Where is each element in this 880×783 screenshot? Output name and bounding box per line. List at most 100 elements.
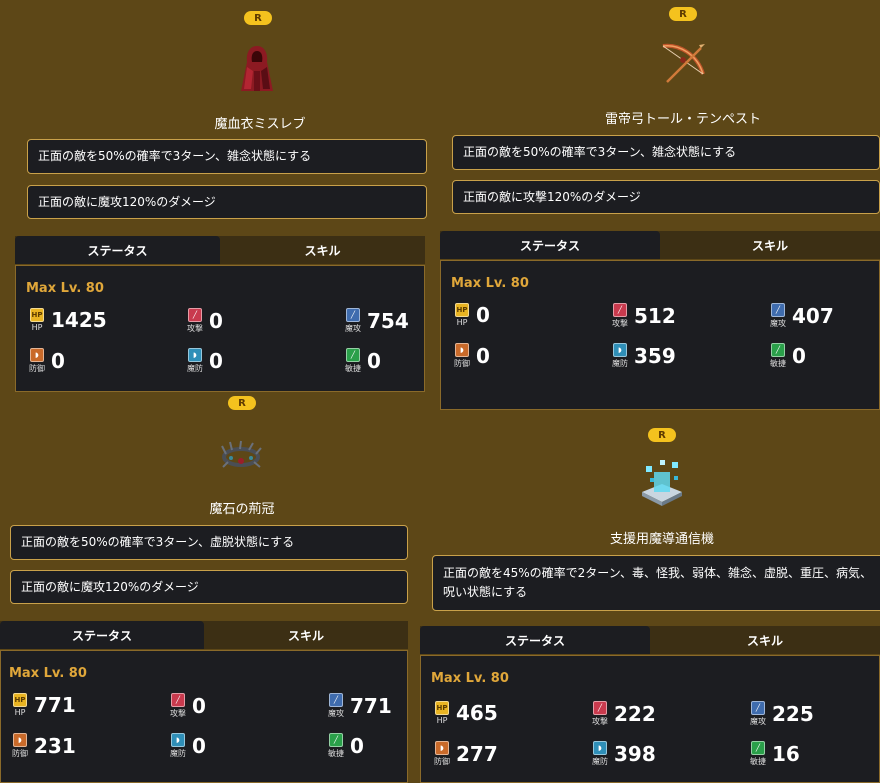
- stats-panel: Max Lv. 80 HP HP 0 ╱ 攻撃 512 ╱ 魔攻 407 ◗ 防御 0 …: [440, 260, 880, 410]
- staff-icon: ╱: [771, 303, 785, 317]
- staff-icon: ╱: [329, 693, 343, 707]
- skill-description: 正面の敵に魔攻120%のダメージ: [10, 570, 408, 604]
- skill-description: 正面の敵に攻撃120%のダメージ: [452, 180, 880, 214]
- stat-atk: ╱ 攻撃 222: [592, 701, 656, 726]
- agi-value: 0: [367, 349, 381, 373]
- atk-value: 512: [634, 304, 676, 328]
- stat-matk: ╱ 魔攻 225: [750, 701, 814, 726]
- hp-icon: HP: [30, 308, 44, 322]
- stat-def: ◗ 防御 231: [12, 733, 76, 758]
- hp-icon: HP: [13, 693, 27, 707]
- feather-icon: ╱: [329, 733, 343, 747]
- stat-def: ◗ 防御 0: [454, 343, 490, 368]
- bow-icon: [662, 43, 705, 83]
- item-name: 雷帝弓トール・テンペスト: [604, 112, 761, 127]
- max-level: Max Lv. 80: [9, 666, 87, 681]
- item-card-mislebu: R 魔血衣ミスレブ 正面の敵を50%の確率で3ターン、雑念状態にする 正面の敵に…: [0, 0, 427, 392]
- agi-value: 0: [792, 344, 806, 368]
- stat-hp: HP HP 1425: [30, 308, 107, 332]
- agi-value: 16: [772, 742, 800, 766]
- mdef-value: 0: [192, 734, 206, 758]
- tab-status[interactable]: ステータス: [0, 621, 204, 649]
- def-value: 231: [34, 734, 76, 758]
- stat-def: ◗ 防御 0: [29, 348, 65, 373]
- stat-hp: HP HP 0: [455, 303, 490, 327]
- shield-icon: ◗: [435, 741, 449, 755]
- stat-agi: ╱ 敏捷 0: [345, 348, 381, 373]
- def-value: 277: [456, 742, 498, 766]
- stats-panel: Max Lv. 80 HP HP 771 ╱ 攻撃 0 ╱ 魔攻 771 ◗ 防御 23…: [0, 650, 408, 783]
- matk-value: 407: [792, 304, 834, 328]
- status-skill-tabs: ステータス スキル: [440, 231, 880, 259]
- feather-icon: ╱: [771, 343, 785, 357]
- shield-icon: ◗: [13, 733, 27, 747]
- max-level: Max Lv. 80: [451, 276, 529, 291]
- max-level: Max Lv. 80: [26, 281, 104, 296]
- def-value: 0: [476, 344, 490, 368]
- red-cloak-icon: [241, 46, 273, 91]
- tab-skill[interactable]: スキル: [204, 621, 408, 649]
- stat-agi: ╱ 敏捷 16: [750, 741, 800, 766]
- item-name: 支援用魔導通信機: [609, 532, 714, 547]
- sword-icon: ╱: [593, 701, 607, 715]
- stat-mdef: ◗ 魔防 0: [170, 733, 206, 758]
- skill-description: 正面の敵を50%の確率で3ターン、雑念状態にする: [452, 135, 880, 170]
- skill-description: 正面の敵に魔攻120%のダメージ: [27, 185, 427, 219]
- mdef-value: 398: [614, 742, 656, 766]
- item-card-support-communicator: R 支援用魔導通信機 正面の敵を45%の確率で2ターン、毒、怪我、弱体、雑念、虚…: [408, 410, 880, 783]
- item-name: 魔血衣ミスレブ: [214, 117, 306, 132]
- stat-mdef: ◗ 魔防 359: [612, 343, 676, 368]
- magic-shield-icon: ◗: [188, 348, 202, 362]
- mdef-value: 359: [634, 344, 676, 368]
- atk-value: 222: [614, 702, 656, 726]
- stat-atk: ╱ 攻撃 512: [612, 303, 676, 328]
- sword-icon: ╱: [188, 308, 202, 322]
- hp-icon: HP: [435, 701, 449, 715]
- staff-icon: ╱: [346, 308, 360, 322]
- tab-status[interactable]: ステータス: [420, 626, 650, 654]
- item-card-thor-tempest: R 雷帝弓トール・テンペスト 正面の敵を50%の確率で3ターン、雑念状態にする …: [425, 0, 880, 410]
- sword-icon: ╱: [613, 303, 627, 317]
- rarity-badge: R: [669, 7, 697, 21]
- tab-status[interactable]: ステータス: [15, 236, 220, 264]
- stat-hp: HP HP 771: [13, 693, 76, 717]
- communicator-icon: [642, 460, 682, 506]
- tab-skill[interactable]: スキル: [650, 626, 880, 654]
- stat-matk: ╱ 魔攻 771: [328, 693, 392, 718]
- rarity-badge: R: [648, 428, 676, 442]
- tab-skill[interactable]: スキル: [660, 231, 880, 259]
- magic-shield-icon: ◗: [171, 733, 185, 747]
- atk-value: 0: [192, 694, 206, 718]
- max-level: Max Lv. 80: [431, 671, 509, 686]
- tab-status[interactable]: ステータス: [440, 231, 660, 259]
- def-value: 0: [51, 349, 65, 373]
- stats-panel: Max Lv. 80 HP HP 1425 ╱ 攻撃 0 ╱ 魔攻 754 ◗ 防御 0…: [15, 265, 425, 392]
- skill-description: 正面の敵を50%の確率で3ターン、虚脱状態にする: [10, 525, 408, 560]
- magic-shield-icon: ◗: [593, 741, 607, 755]
- stats-panel: Max Lv. 80 HP HP 465 ╱ 攻撃 222 ╱ 魔攻 225 ◗ 防御 …: [420, 655, 880, 783]
- rarity-badge: R: [228, 396, 256, 410]
- status-skill-tabs: ステータス スキル: [0, 621, 408, 649]
- stat-matk: ╱ 魔攻 407: [770, 303, 834, 328]
- stat-mdef: ◗ 魔防 0: [187, 348, 223, 373]
- item-comparison-screen: { "tabs": {"status": "ステータス", "skill": "…: [0, 0, 880, 783]
- hp-value: 0: [476, 303, 490, 327]
- staff-icon: ╱: [751, 701, 765, 715]
- atk-value: 0: [209, 309, 223, 333]
- matk-value: 771: [350, 694, 392, 718]
- hp-value: 1425: [51, 308, 107, 332]
- shield-icon: ◗: [455, 343, 469, 357]
- stat-matk: ╱ 魔攻 754: [345, 308, 409, 333]
- shield-icon: ◗: [30, 348, 44, 362]
- tab-skill[interactable]: スキル: [220, 236, 425, 264]
- feather-icon: ╱: [751, 741, 765, 755]
- stat-atk: ╱ 攻撃 0: [170, 693, 206, 718]
- stat-agi: ╱ 敏捷 0: [770, 343, 806, 368]
- stat-hp: HP HP 465: [435, 701, 498, 725]
- stat-agi: ╱ 敏捷 0: [328, 733, 364, 758]
- agi-value: 0: [350, 734, 364, 758]
- stat-atk: ╱ 攻撃 0: [187, 308, 223, 333]
- feather-icon: ╱: [346, 348, 360, 362]
- hp-value: 771: [34, 693, 76, 717]
- matk-value: 754: [367, 309, 409, 333]
